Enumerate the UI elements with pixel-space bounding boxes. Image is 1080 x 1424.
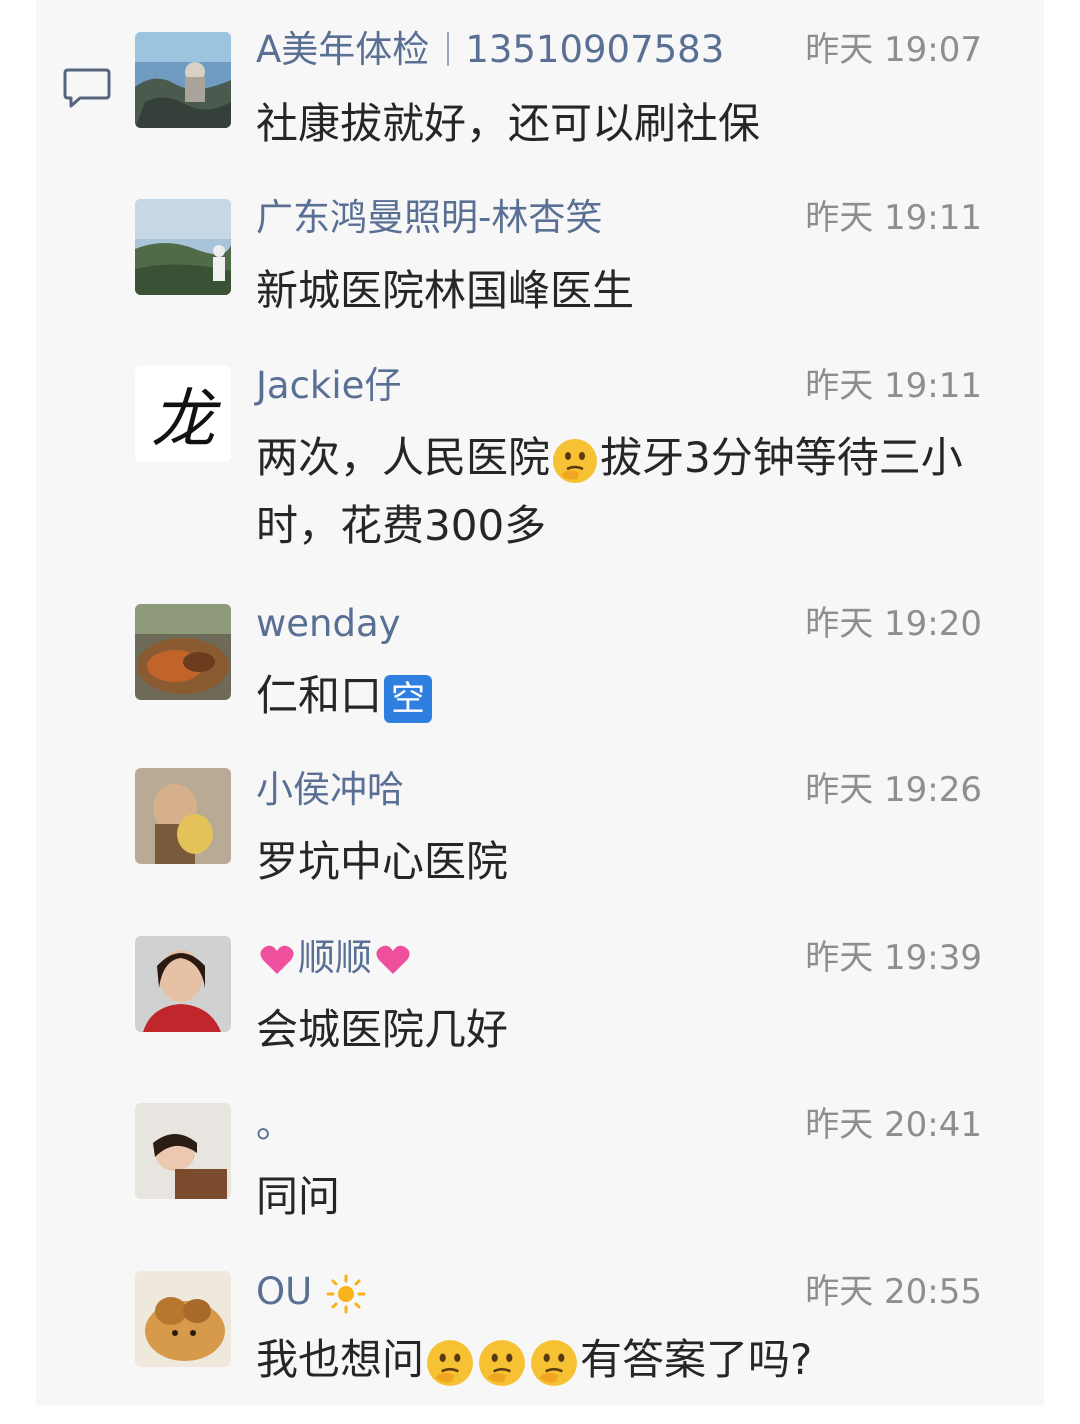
avatar[interactable] (135, 604, 231, 700)
sender-name[interactable]: OU (256, 1270, 368, 1315)
timestamp: 昨天 20:41 (805, 1105, 982, 1145)
message-text: 仁和口空 (256, 662, 1026, 730)
timestamp: 昨天 19:20 (805, 604, 982, 644)
message-text: 社康拔就好，还可以刷社保 (256, 99, 761, 148)
timestamp: 昨天 20:55 (805, 1272, 982, 1312)
sender-name[interactable]: 。 (256, 1103, 293, 1147)
thinking-face-emoji (531, 1339, 577, 1386)
avatar[interactable] (135, 199, 231, 295)
sender-name[interactable]: 小侯冲哈 (256, 768, 404, 812)
name-divider (447, 31, 450, 66)
avatar[interactable] (135, 936, 231, 1032)
sender-name[interactable]: Jackie仔 (256, 364, 401, 408)
message-text: 两次，人民医院 拔牙3分钟等待三小时，花费300多 (256, 433, 963, 550)
avatar[interactable]: 龙 (135, 366, 231, 462)
sender-name[interactable]: wenday (256, 602, 401, 646)
thinking-face-emoji (553, 438, 598, 483)
avatar[interactable] (135, 1271, 231, 1367)
message-text: 罗坑中心医院 (256, 837, 509, 886)
timestamp: 昨天 19:07 (805, 30, 982, 70)
message-text: 同问 (256, 1172, 341, 1221)
timestamp: 昨天 19:11 (805, 198, 982, 238)
timestamp: 昨天 19:11 (805, 366, 982, 406)
sender-name[interactable]: 广东鸿曼照明-林杏笑 (256, 196, 602, 240)
comment-icon[interactable] (62, 66, 112, 110)
message-text: 会城医院几好 (256, 1005, 509, 1054)
thinking-face-emoji (427, 1339, 473, 1386)
message-text: 我也想问 有答案了吗? (256, 1326, 1026, 1394)
heart-emoji (260, 945, 294, 974)
avatar[interactable] (135, 32, 231, 128)
avatar[interactable] (135, 1103, 231, 1199)
timestamp: 昨天 19:39 (805, 938, 982, 978)
heart-emoji (376, 945, 410, 974)
vacancy-badge: 空 (384, 674, 433, 723)
thinking-face-emoji (479, 1339, 525, 1386)
avatar-character: 龙 (151, 383, 215, 457)
avatar[interactable] (135, 768, 231, 864)
sun-emoji (326, 1274, 366, 1313)
sender-name[interactable]: A美年体检 13510907583 (256, 28, 724, 72)
timestamp: 昨天 19:26 (805, 770, 982, 810)
sender-name[interactable]: 顺顺 (256, 936, 414, 980)
message-text: 新城医院林国峰医生 (256, 266, 635, 315)
